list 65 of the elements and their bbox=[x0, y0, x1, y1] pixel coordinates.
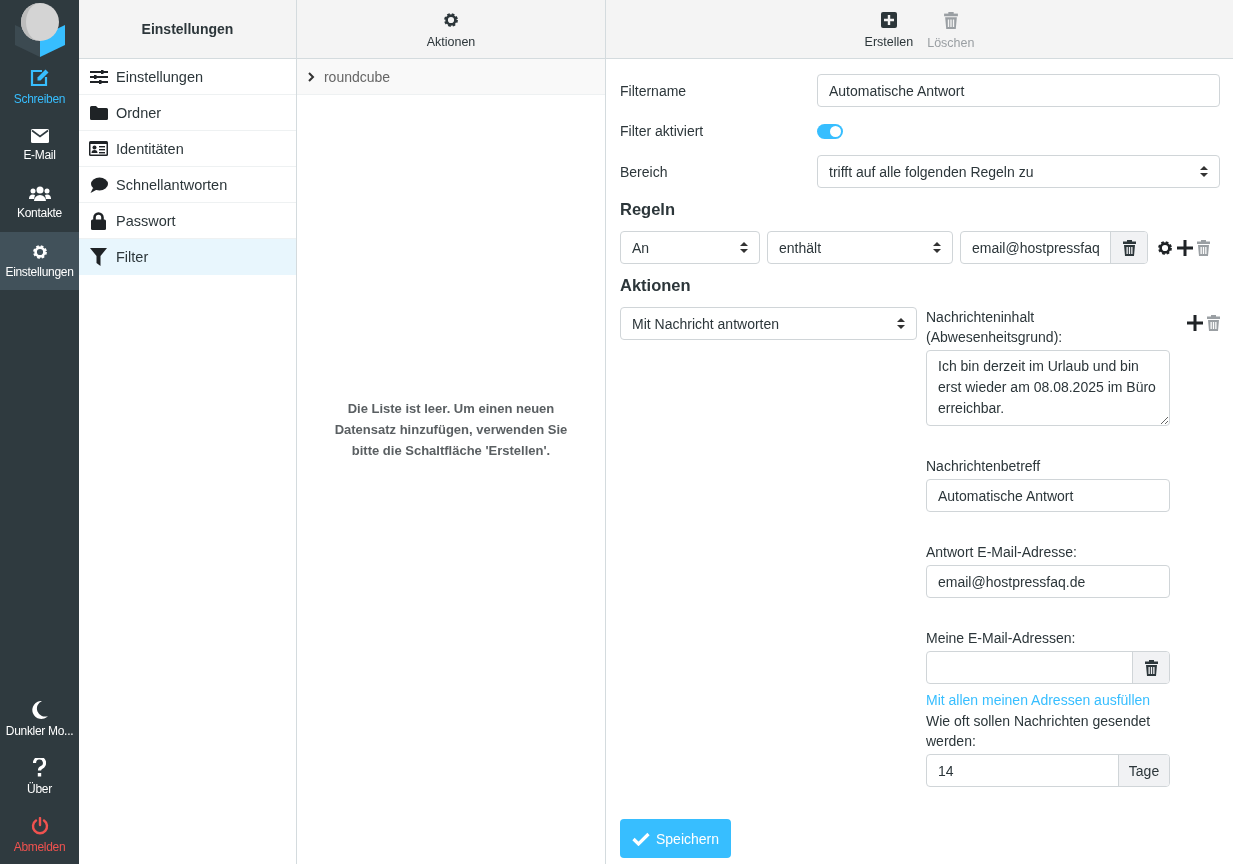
section-heading: Regeln bbox=[620, 200, 676, 219]
filter-set-item[interactable]: roundcube bbox=[296, 59, 605, 95]
sort-arrows-icon bbox=[740, 242, 748, 253]
funnel-icon bbox=[90, 247, 107, 266]
power-icon bbox=[30, 816, 49, 835]
trash-icon bbox=[943, 11, 958, 29]
sliders-icon bbox=[89, 69, 108, 84]
edit-icon bbox=[30, 68, 49, 87]
create-button[interactable]: Erstellen bbox=[864, 9, 914, 49]
settings-item[interactable]: Identitäten bbox=[79, 131, 296, 167]
question-mark-icon bbox=[33, 758, 46, 777]
nav-item[interactable]: Kontakte bbox=[0, 174, 79, 232]
field-label: Nachrichtenbetreff bbox=[926, 457, 1042, 476]
trash-icon[interactable] bbox=[1144, 659, 1158, 676]
moon-icon bbox=[31, 700, 48, 719]
envelope-icon bbox=[30, 128, 49, 143]
toggle-switch[interactable] bbox=[817, 123, 843, 139]
rule-value-field[interactable]: email@hostpressfaq bbox=[960, 231, 1148, 264]
id-card-icon bbox=[89, 141, 108, 156]
sort-arrows-icon bbox=[1200, 166, 1208, 177]
nav-item[interactable]: Über bbox=[0, 748, 79, 806]
add-action-icon[interactable] bbox=[1187, 315, 1203, 331]
sort-arrows-icon bbox=[933, 242, 941, 253]
field-label: Bereich bbox=[620, 163, 669, 180]
gear-icon bbox=[442, 12, 459, 28]
speech-bubble-icon bbox=[89, 176, 108, 193]
operator-select[interactable]: enthält bbox=[767, 231, 953, 264]
field-label: Filter aktiviert bbox=[620, 123, 705, 139]
settings-item[interactable]: Einstellungen bbox=[79, 59, 296, 95]
trash-icon[interactable] bbox=[1122, 239, 1136, 256]
field-label: Meine E-Mail-Adressen: bbox=[926, 629, 1077, 648]
nav-item[interactable]: E-Mail bbox=[0, 116, 79, 174]
subject-field[interactable]: Automatische Antwort bbox=[926, 479, 1170, 512]
users-icon bbox=[28, 186, 51, 201]
checkmark-icon bbox=[632, 831, 650, 846]
add-rule-icon[interactable] bbox=[1177, 239, 1193, 256]
nav-item[interactable]: Schreiben bbox=[0, 58, 79, 116]
actions-button[interactable]: Aktionen bbox=[426, 9, 476, 49]
chevron-right-icon bbox=[307, 71, 315, 82]
my-addresses-field[interactable] bbox=[926, 651, 1170, 684]
filter-name-field[interactable]: Automatische Antwort bbox=[817, 74, 1220, 107]
settings-item[interactable]: Schnellantworten bbox=[79, 167, 296, 203]
nav-item[interactable]: Dunkler Mo... bbox=[0, 690, 79, 748]
field-label: Filtername bbox=[620, 82, 688, 99]
action-select[interactable]: Mit Nachricht antworten bbox=[620, 307, 917, 340]
folder-icon bbox=[89, 105, 108, 120]
plus-square-icon bbox=[880, 12, 897, 28]
message-body-field[interactable]: Ich bin derzeit im Urlaub und bin erst wieder am 08.08.2025 im Büro erreichbar. bbox=[926, 350, 1170, 426]
field-label: Nachrichteninhalt (Abwesenheitsgrund): bbox=[926, 308, 1064, 347]
nav-item[interactable]: Einstellungen bbox=[0, 232, 79, 290]
field-label: Wie oft sollen Nachrichten gesendet werden: bbox=[926, 712, 1152, 751]
days-field[interactable]: 14 Tage bbox=[926, 754, 1170, 787]
field-label: Antwort E-Mail-Adresse: bbox=[926, 543, 1078, 562]
column-title: Einstellungen bbox=[141, 21, 234, 37]
scope-select[interactable]: trifft auf alle folgenden Regeln zu bbox=[817, 155, 1220, 188]
settings-item[interactable]: Filter bbox=[79, 239, 296, 275]
gear-icon bbox=[31, 243, 48, 260]
rule-settings-icon[interactable] bbox=[1157, 239, 1173, 256]
section-heading: Aktionen bbox=[620, 276, 692, 295]
settings-item[interactable]: Ordner bbox=[79, 95, 296, 131]
lock-icon bbox=[91, 211, 106, 230]
sort-arrows-icon bbox=[897, 318, 905, 329]
header-select[interactable]: An bbox=[620, 231, 760, 264]
reply-address-field[interactable]: email@hostpressfaq.de bbox=[926, 565, 1170, 598]
empty-list-message: Die Liste ist leer. Um einen neuen Datensatz hinzufügen, verwenden Sie bitte die Schaltfläche 'Erstellen'. bbox=[333, 400, 569, 460]
